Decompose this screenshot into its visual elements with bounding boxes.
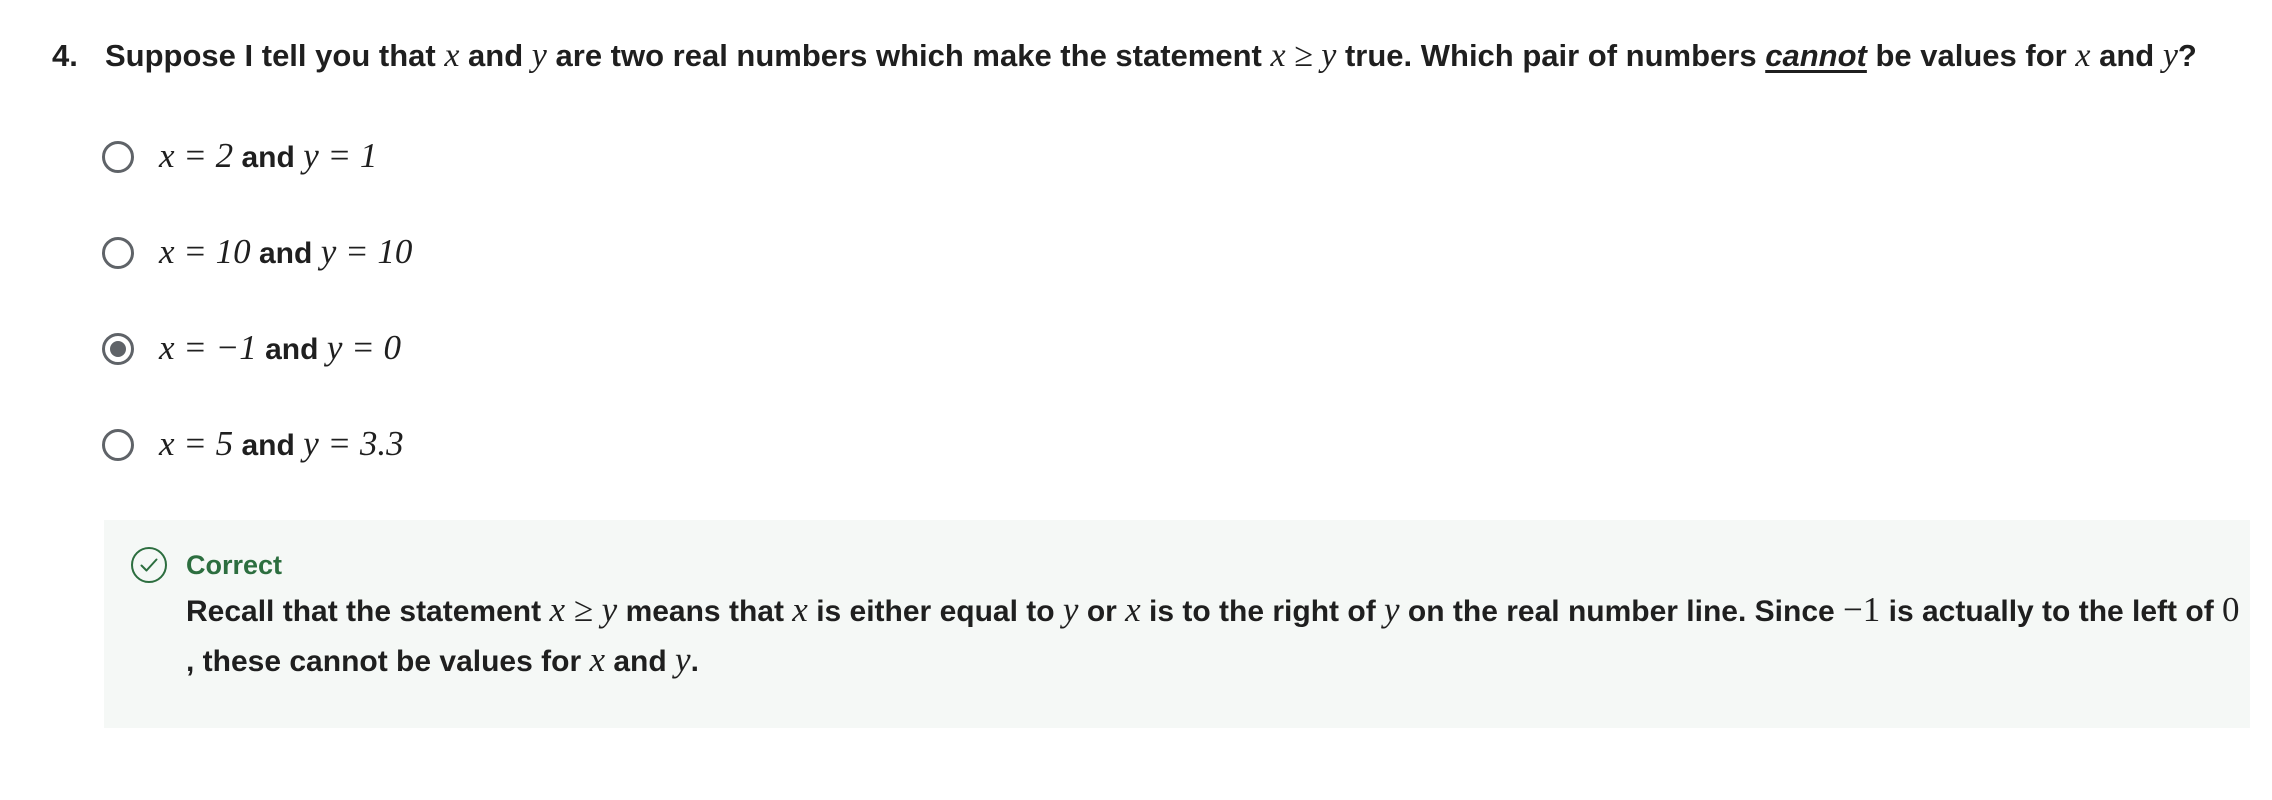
question-part: are two real numbers which make the stat…: [555, 38, 1262, 73]
feedback-line: Recall that the statement x ≥ y means th…: [186, 586, 2240, 636]
question-part: true. Which pair of numbers: [1344, 38, 1757, 73]
option-label: x = 10 and y = 10: [159, 227, 412, 279]
option-and: and: [241, 141, 295, 174]
math-var-y: y: [675, 640, 691, 679]
feedback-text: is either equal to: [816, 595, 1055, 628]
radio-button-selected[interactable]: [102, 333, 134, 365]
math-var-x: x: [1125, 590, 1141, 629]
emphasis-cannot: cannot: [1765, 38, 1867, 73]
option-label: x = 5 and y = 3.3: [159, 419, 404, 471]
radio-button[interactable]: [102, 141, 134, 173]
feedback-text: means that: [625, 595, 784, 628]
option-4[interactable]: x = 5 and y = 3.3: [102, 420, 404, 470]
math-var-x: x: [2075, 37, 2091, 74]
math-var-x: x: [792, 590, 808, 629]
math-var-x: x: [444, 37, 460, 74]
option-3[interactable]: x = −1 and y = 0: [102, 324, 401, 374]
math-var-y: y: [2162, 37, 2178, 74]
question-text: 4. Suppose I tell you that x and y are tw…: [52, 34, 2232, 78]
check-circle-icon: [130, 546, 168, 584]
feedback-text: .: [690, 645, 699, 678]
option-and: and: [265, 333, 319, 366]
feedback-line: , these cannot be values for x and y.: [186, 636, 2236, 686]
option-x-value: x = 2: [159, 136, 234, 175]
question-part: and: [468, 38, 524, 73]
option-label: x = −1 and y = 0: [159, 323, 401, 375]
math-value: 0: [2222, 590, 2240, 629]
option-y-value: y = 1: [303, 136, 378, 175]
question-part: and: [2099, 38, 2155, 73]
feedback-text: is actually to the left of: [1888, 595, 2214, 628]
math-var-y: y: [531, 37, 547, 74]
feedback-text: and: [613, 645, 667, 678]
option-and: and: [241, 429, 295, 462]
feedback-text: on the real number line. Since: [1407, 595, 1835, 628]
option-x-value: x = −1: [159, 328, 257, 367]
option-label: x = 2 and y = 1: [159, 131, 377, 183]
feedback-text: is to the right of: [1149, 595, 1376, 628]
feedback-panel: Correct Recall that the statement x ≥ y …: [104, 520, 2250, 728]
radio-button[interactable]: [102, 429, 134, 461]
feedback-status: Correct: [186, 550, 283, 580]
radio-button[interactable]: [102, 237, 134, 269]
question-part: be values for: [1875, 38, 2067, 73]
math-var-y: y: [1062, 590, 1079, 629]
option-x-value: x = 10: [159, 232, 251, 271]
math-statement: x ≥ y: [1270, 37, 1337, 74]
math-var-x: x: [589, 640, 606, 679]
feedback-text: , these cannot be values for: [186, 645, 582, 678]
question-mark: ?: [2177, 38, 2197, 73]
option-y-value: y = 10: [320, 232, 413, 271]
option-and: and: [259, 237, 313, 270]
feedback-explanation: Recall that the statement x ≥ y means th…: [186, 586, 2240, 686]
feedback-text: Recall that the statement: [186, 595, 542, 628]
math-statement: x ≥ y: [549, 590, 618, 629]
option-2[interactable]: x = 10 and y = 10: [102, 228, 412, 278]
math-value: −1: [1843, 590, 1881, 629]
question-number: 4.: [52, 38, 78, 73]
option-y-value: y = 3.3: [303, 424, 404, 463]
math-var-y: y: [1384, 590, 1400, 629]
option-y-value: y = 0: [326, 328, 401, 367]
option-1[interactable]: x = 2 and y = 1: [102, 132, 377, 182]
question-part: Suppose I tell you that: [105, 38, 436, 73]
feedback-text: or: [1086, 595, 1117, 628]
option-x-value: x = 5: [159, 424, 234, 463]
